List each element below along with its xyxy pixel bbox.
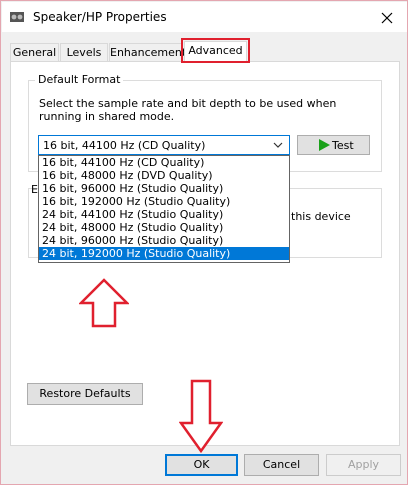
ok-button[interactable]: OK: [165, 454, 238, 476]
sample-rate-dropdown-list: 16 bit, 44100 Hz (CD Quality) 16 bit, 48…: [38, 155, 290, 263]
title-bar: Speaker/HP Properties: [2, 2, 407, 32]
default-format-legend: Default Format: [35, 73, 124, 86]
test-button-label: Test: [332, 139, 354, 152]
sample-rate-select[interactable]: 16 bit, 44100 Hz (CD Quality): [38, 135, 290, 155]
list-item[interactable]: 24 bit, 44100 Hz (Studio Quality): [39, 208, 289, 221]
list-item[interactable]: 16 bit, 44100 Hz (CD Quality): [39, 156, 289, 169]
tab-general[interactable]: General: [10, 43, 59, 62]
list-item[interactable]: 24 bit, 48000 Hz (Studio Quality): [39, 221, 289, 234]
test-button[interactable]: Test: [297, 135, 370, 155]
sample-rate-selected-value: 16 bit, 44100 Hz (CD Quality): [43, 139, 206, 152]
default-format-description: Select the sample rate and bit depth to …: [39, 97, 337, 123]
advanced-tab-annotation-box: [181, 38, 250, 63]
apply-button[interactable]: Apply: [326, 454, 401, 476]
list-item[interactable]: 16 bit, 192000 Hz (Studio Quality): [39, 195, 289, 208]
arrow-up-icon: [79, 278, 129, 328]
play-icon: [319, 139, 330, 151]
tab-levels[interactable]: Levels: [60, 43, 108, 62]
list-item[interactable]: 24 bit, 96000 Hz (Studio Quality): [39, 234, 289, 247]
tab-enhancements[interactable]: Enhancements: [109, 43, 192, 62]
arrow-down-icon: [179, 379, 223, 453]
chevron-down-icon: [273, 142, 283, 148]
list-item-highlighted[interactable]: 24 bit, 192000 Hz (Studio Quality): [39, 247, 289, 260]
exclusive-mode-legend-fragment: E: [31, 183, 38, 196]
list-item[interactable]: 16 bit, 48000 Hz (DVD Quality): [39, 169, 289, 182]
list-item[interactable]: 16 bit, 96000 Hz (Studio Quality): [39, 182, 289, 195]
exclusive-mode-checkbox-label-fragment: this device: [291, 210, 351, 223]
speaker-icon: [10, 12, 24, 22]
properties-dialog: Speaker/HP Properties General Levels Enh…: [0, 0, 408, 485]
cancel-button[interactable]: Cancel: [244, 454, 319, 476]
window-title: Speaker/HP Properties: [33, 10, 167, 24]
restore-defaults-button[interactable]: Restore Defaults: [27, 383, 143, 405]
close-icon[interactable]: [377, 8, 397, 28]
